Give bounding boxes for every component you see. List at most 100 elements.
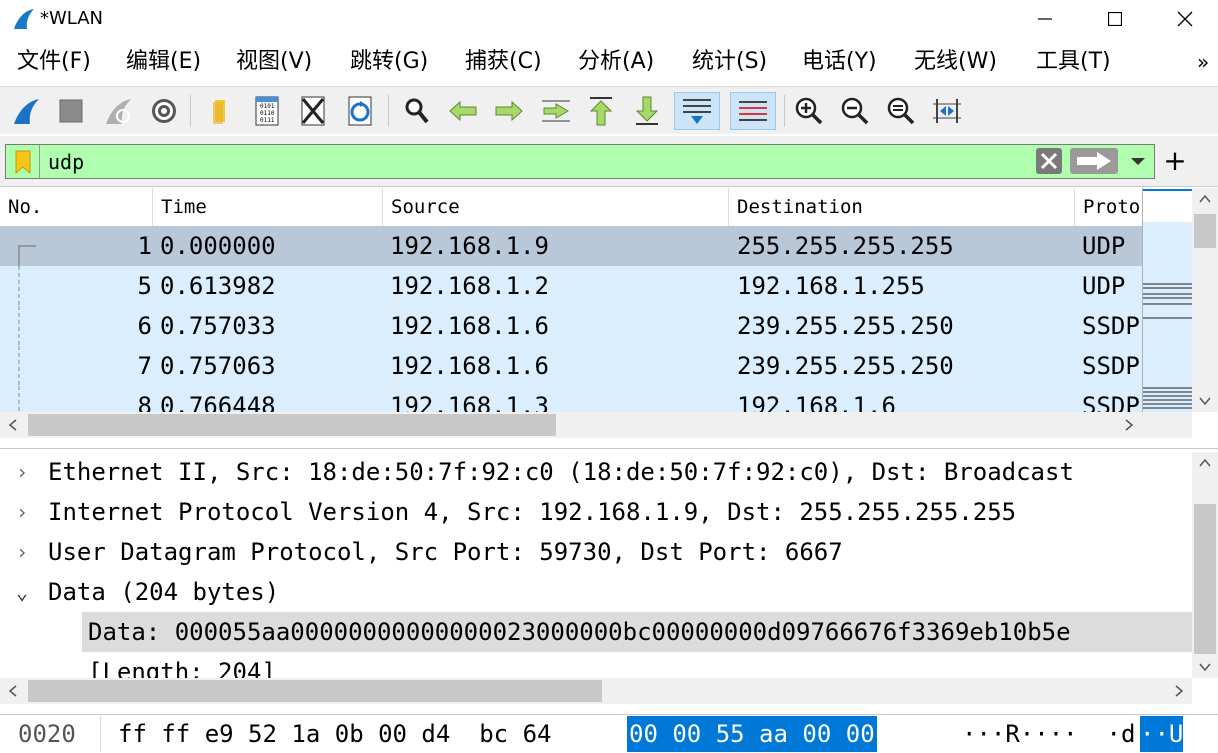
scrollbar-graphics <box>1194 458 1216 672</box>
expand-chevron-icon[interactable]: › <box>12 452 32 492</box>
detail-tree-item-ethernet[interactable]: › Ethernet II, Src: 18:de:50:7f:92:c0 (1… <box>0 452 1192 492</box>
menu-file[interactable]: 文件(F) <box>17 46 91 78</box>
last-packet-icon <box>635 96 659 125</box>
expand-chevron-icon[interactable]: › <box>12 532 32 572</box>
zoom-in-button[interactable] <box>790 92 828 130</box>
details-horizontal-scrollbar[interactable] <box>0 678 1192 704</box>
toolbar-separator <box>190 95 191 127</box>
packet-list-horizontal-scrollbar[interactable] <box>0 412 1192 438</box>
zoom-out-button[interactable] <box>836 92 874 130</box>
back-arrow-icon <box>449 100 477 122</box>
display-filter-field[interactable]: udp <box>5 144 1155 179</box>
open-file-button[interactable] <box>201 92 239 130</box>
menu-edit[interactable]: 编辑(E) <box>126 46 201 78</box>
open-folder-icon <box>213 100 225 124</box>
detail-text: User Datagram Protocol, Src Port: 59730,… <box>48 538 843 566</box>
column-header-protocol[interactable]: Protocol <box>1075 188 1142 226</box>
menu-overflow-button[interactable]: » <box>1197 50 1209 74</box>
column-header-source[interactable]: Source <box>383 188 729 226</box>
autoscroll-icon <box>683 99 711 124</box>
detail-tree-item-ipv4[interactable]: › Internet Protocol Version 4, Src: 192.… <box>0 492 1192 532</box>
minimap-stripes <box>1143 188 1193 409</box>
bytes-ascii[interactable]: ···R···· ·d <box>962 716 1135 752</box>
next-packet-button[interactable] <box>490 92 528 130</box>
bookmark-icon <box>15 150 30 174</box>
find-packet-button[interactable] <box>398 92 436 130</box>
packet-protocol: SSDP <box>1082 392 1140 412</box>
reload-file-button[interactable] <box>341 92 379 130</box>
first-packet-icon <box>589 97 613 126</box>
column-header-no[interactable]: No. <box>0 188 153 226</box>
close-icon <box>1177 11 1193 27</box>
menu-view[interactable]: 视图(V) <box>236 46 312 78</box>
menu-wireless[interactable]: 无线(W) <box>914 46 997 78</box>
minimize-button[interactable] <box>1010 0 1080 38</box>
detail-tree-item-udp[interactable]: › User Datagram Protocol, Src Port: 5973… <box>0 532 1192 572</box>
detail-tree-item-length[interactable]: [Length: 204] <box>82 652 1192 678</box>
restart-capture-button[interactable] <box>99 92 137 130</box>
colorize-toggle[interactable] <box>730 92 776 130</box>
window-title: *WLAN <box>40 8 104 29</box>
menu-go[interactable]: 跳转(G) <box>350 46 428 78</box>
bytes-ascii-selected[interactable]: ··U <box>1140 716 1184 752</box>
menu-capture[interactable]: 捕获(C) <box>465 46 542 78</box>
scrollbar-graphics <box>1194 194 1216 406</box>
maximize-button[interactable] <box>1080 0 1150 38</box>
packet-row[interactable]: 7 0.757063 192.168.1.6 239.255.255.250 S… <box>0 346 1142 386</box>
details-vertical-scrollbar[interactable] <box>1192 452 1218 678</box>
close-file-button[interactable] <box>294 92 332 130</box>
packet-no: 8 <box>137 392 152 412</box>
stop-capture-button[interactable] <box>52 92 90 130</box>
conversation-line-icon <box>18 386 20 412</box>
scrollbar-graphics <box>8 414 1134 436</box>
expand-chevron-icon[interactable]: › <box>12 492 32 532</box>
bytes-hex[interactable]: ff ff e9 52 1a 0b 00 d4 bc 64 <box>118 716 551 752</box>
toolbar-separator <box>784 95 785 127</box>
autoscroll-toggle[interactable] <box>674 92 720 130</box>
svg-text:0111: 0111 <box>260 117 275 124</box>
packet-row[interactable]: 6 0.757033 192.168.1.6 239.255.255.250 S… <box>0 306 1142 346</box>
close-file-icon <box>301 96 325 126</box>
apply-filter-arrow-icon[interactable] <box>1069 147 1119 175</box>
find-icon <box>405 98 429 124</box>
packet-row[interactable]: 1 0.000000 192.168.1.9 255.255.255.255 U… <box>0 226 1142 266</box>
clear-filter-icon[interactable] <box>1035 147 1063 175</box>
previous-packet-button[interactable] <box>444 92 482 130</box>
detail-tree-item-data-payload[interactable]: Data: 000055aa00000000000000023000000bc0… <box>82 612 1192 652</box>
packet-row[interactable]: 8 0.766448 192.168.1.3 192.168.1.6 SSDP <box>0 386 1142 412</box>
save-file-button[interactable]: 0101 0110 0111 <box>248 92 286 130</box>
column-header-destination[interactable]: Destination <box>729 188 1075 226</box>
packet-list-vertical-scrollbar[interactable] <box>1192 188 1218 412</box>
add-filter-button-plus[interactable]: + <box>1163 146 1187 176</box>
last-packet-button[interactable] <box>628 92 666 130</box>
capture-options-button[interactable] <box>145 92 183 130</box>
packet-time: 0.757033 <box>160 312 276 340</box>
collapse-chevron-icon[interactable]: ⌄ <box>12 572 32 612</box>
first-packet-button[interactable] <box>582 92 620 130</box>
filter-input[interactable]: udp <box>48 150 84 174</box>
detail-tree-item-data[interactable]: ⌄ Data (204 bytes) <box>0 572 1192 612</box>
packet-no: 1 <box>137 232 152 260</box>
menu-tools[interactable]: 工具(T) <box>1036 46 1111 78</box>
column-header-time[interactable]: Time <box>153 188 383 226</box>
close-window-button[interactable] <box>1150 0 1218 38</box>
zoom-normal-icon <box>887 97 915 125</box>
conversation-line-icon <box>18 306 20 346</box>
forward-arrow-icon <box>495 100 523 122</box>
go-to-packet-button[interactable] <box>537 92 575 130</box>
resize-columns-button[interactable] <box>928 92 966 130</box>
menu-analyze[interactable]: 分析(A) <box>578 46 654 78</box>
svg-text:0101: 0101 <box>260 103 275 110</box>
goto-packet-icon <box>542 100 570 122</box>
menu-statistics[interactable]: 统计(S) <box>692 46 767 78</box>
filter-history-dropdown-icon[interactable] <box>1127 152 1149 170</box>
bytes-hex-selected[interactable]: 00 00 55 aa 00 00 <box>627 716 877 752</box>
reload-icon <box>348 96 372 126</box>
packet-row[interactable]: 5 0.613982 192.168.1.2 192.168.1.255 UDP <box>0 266 1142 306</box>
packet-minimap[interactable] <box>1142 188 1193 412</box>
normal-size-button[interactable] <box>882 92 920 130</box>
filter-bookmark-button[interactable] <box>6 145 40 178</box>
menu-telephony[interactable]: 电话(Y) <box>802 46 877 78</box>
start-capture-button[interactable] <box>7 92 45 130</box>
resize-columns-icon <box>933 99 961 123</box>
